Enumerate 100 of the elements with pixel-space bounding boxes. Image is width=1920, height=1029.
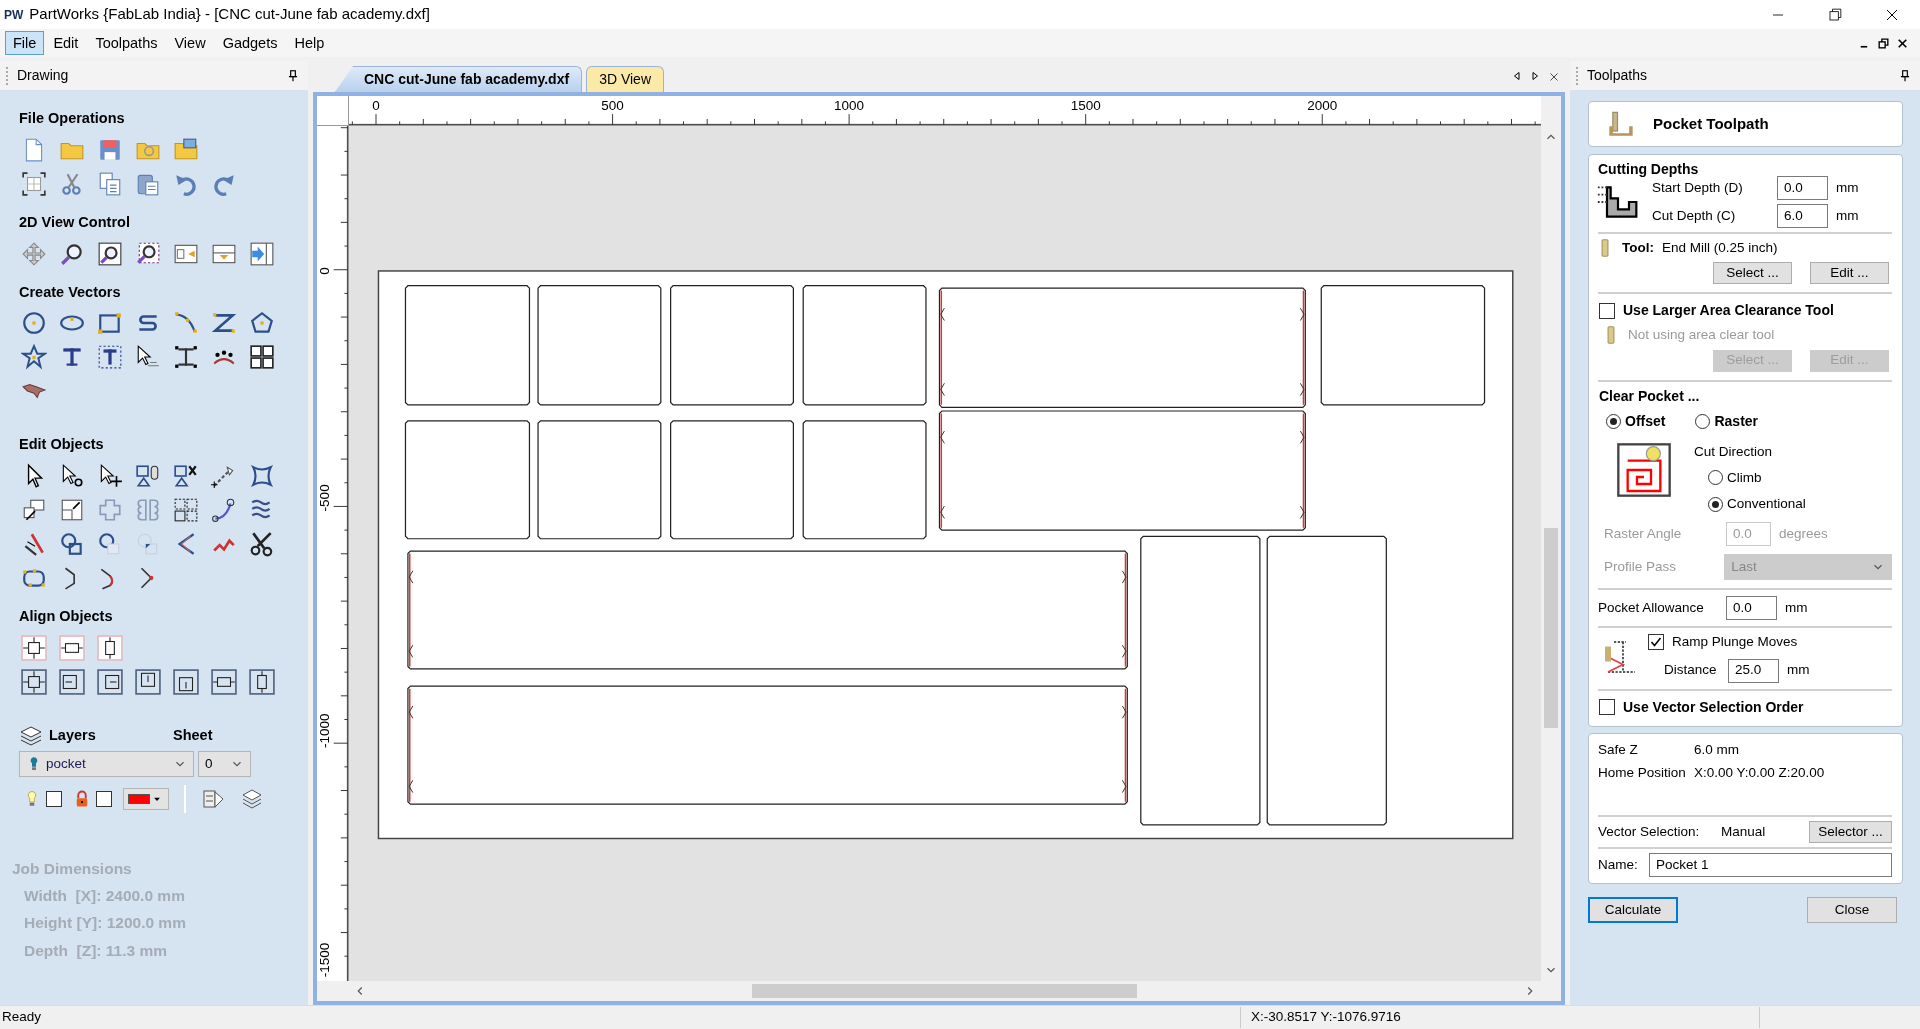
pocket-toolpath-icon xyxy=(1607,110,1635,138)
checkbox[interactable] xyxy=(46,790,62,807)
tab-left-icon[interactable] xyxy=(1511,69,1523,82)
sheet-dropdown[interactable]: 0 xyxy=(198,750,251,777)
field-label: Cut Direction xyxy=(1694,442,1774,461)
checkbox[interactable] xyxy=(1648,634,1664,651)
cursor-coordinates: X:-30.8517 Y:-1076.9716 xyxy=(1240,1007,1760,1028)
restore-icon[interactable] xyxy=(1877,36,1890,50)
circle-icon[interactable] xyxy=(21,310,47,337)
button[interactable]: Calculate xyxy=(1588,897,1678,923)
align-bottom-icon[interactable] xyxy=(173,668,199,695)
scissors-icon[interactable] xyxy=(249,531,275,557)
input-field[interactable]: 0.0 xyxy=(1726,596,1777,621)
document-tab[interactable]: 3D View xyxy=(586,66,664,92)
section-title: Create Vectors xyxy=(19,282,122,302)
group-title: Cutting Depths xyxy=(1597,160,1700,179)
align-vertical-icon[interactable] xyxy=(97,634,123,661)
ruler-label: 1500 xyxy=(1070,98,1101,114)
menu-item[interactable]: File xyxy=(5,31,45,55)
input-field[interactable]: Pocket 1 xyxy=(1648,853,1892,877)
layer-dropdown[interactable]: pocket xyxy=(19,750,194,777)
layers-label: Layers xyxy=(49,726,97,745)
input-field[interactable]: 25.0 xyxy=(1728,658,1779,683)
zoom-selection-icon[interactable] xyxy=(135,240,161,267)
close-icon[interactable] xyxy=(1896,36,1909,50)
text-fit-icon[interactable] xyxy=(173,344,199,371)
pin-icon[interactable] xyxy=(286,68,300,83)
weld-icon[interactable] xyxy=(59,531,85,557)
scale-icon[interactable] xyxy=(21,497,47,523)
input-field[interactable]: 6.0 xyxy=(1777,204,1828,228)
unit-label: mm xyxy=(1785,599,1808,618)
rectangle-icon[interactable] xyxy=(97,310,123,337)
radio-label: Climb xyxy=(1727,468,1762,487)
radio-button[interactable] xyxy=(1606,413,1621,429)
grid-icon[interactable] xyxy=(249,344,275,371)
align-center-icon[interactable] xyxy=(21,668,47,695)
checkbox[interactable] xyxy=(1599,699,1615,715)
status-message: Ready xyxy=(2,1008,42,1027)
scrollbar-thumb[interactable] xyxy=(752,984,1137,998)
align-horizontal-icon[interactable] xyxy=(59,634,85,661)
group-icon[interactable] xyxy=(135,463,161,489)
array-icon[interactable] xyxy=(173,497,199,523)
menu-item[interactable]: View xyxy=(166,31,214,55)
zoom-extents-icon[interactable] xyxy=(97,240,123,267)
field-label: Distance xyxy=(1664,661,1718,680)
info-value: 6.0 mm xyxy=(1694,740,1739,759)
menu-item[interactable]: Edit xyxy=(45,31,87,55)
text-frame-icon[interactable] xyxy=(97,344,123,371)
job-dimension: Height [Y]: 1200.0 mm xyxy=(24,913,187,934)
align-vertical-icon[interactable] xyxy=(249,668,275,695)
radio-button[interactable] xyxy=(1708,470,1723,486)
unit-label: mm xyxy=(1836,206,1859,225)
menu-item[interactable]: Gadgets xyxy=(214,31,286,55)
field-label: Cut Depth (C) xyxy=(1652,206,1737,225)
radio-button[interactable] xyxy=(1708,496,1723,512)
color-dropdown[interactable] xyxy=(123,787,169,810)
button[interactable]: Close xyxy=(1807,897,1897,923)
pocket-spiral-icon xyxy=(1616,441,1672,498)
menu-item[interactable]: Help xyxy=(286,31,333,55)
pan-arrows-icon[interactable] xyxy=(21,240,47,267)
node-curve-icon[interactable] xyxy=(211,497,237,523)
window-title: PartWorks {FabLab India} - [CNC cut-June fab academy.dxf] xyxy=(29,4,431,25)
ruler-label: -1500 xyxy=(317,942,332,978)
sheet-label: Sheet xyxy=(173,726,213,745)
panel-title: Drawing xyxy=(17,66,70,85)
unit-label: mm xyxy=(1787,661,1810,680)
copy-icon[interactable] xyxy=(97,170,123,197)
field-label: Vector Selection: xyxy=(1598,822,1701,841)
unit-label: mm xyxy=(1836,178,1859,197)
document-tab[interactable]: CNC cut-June fab academy.dxf xyxy=(335,66,583,92)
align-horizontal-icon[interactable] xyxy=(211,668,237,695)
distort-icon[interactable] xyxy=(249,463,275,489)
button[interactable]: Select ... xyxy=(1713,262,1792,285)
checkbox[interactable] xyxy=(96,790,112,807)
menu-item[interactable]: Toolpaths xyxy=(87,31,166,55)
measure-icon[interactable] xyxy=(211,463,237,489)
ungroup-icon[interactable] xyxy=(173,463,199,489)
section-title: Edit Objects xyxy=(19,435,105,455)
radio-label: Raster xyxy=(1714,411,1759,431)
button[interactable]: Selector ... xyxy=(1809,821,1892,843)
radio-button[interactable] xyxy=(1695,413,1711,429)
pin-icon[interactable] xyxy=(1898,68,1912,83)
star-icon[interactable] xyxy=(21,344,47,371)
button[interactable]: Edit ... xyxy=(1810,262,1889,285)
align-left-icon[interactable] xyxy=(59,668,85,695)
resize-icon[interactable] xyxy=(59,497,85,523)
checkbox[interactable] xyxy=(1599,302,1615,319)
ruler-label: 500 xyxy=(601,98,624,114)
scrollbar-thumb[interactable] xyxy=(1544,528,1558,728)
select-frame-icon[interactable] xyxy=(21,170,47,197)
section-title: 2D View Control xyxy=(19,212,131,232)
job-dimensions-title: Job Dimensions xyxy=(12,858,133,879)
input-field[interactable]: 0.0 xyxy=(1777,176,1828,200)
checkbox-label: Use Larger Area Clearance Tool xyxy=(1623,301,1834,321)
group-title: Clear Pocket ... xyxy=(1598,386,1701,406)
align-right-icon[interactable] xyxy=(97,668,123,695)
align-top-icon[interactable] xyxy=(135,668,161,695)
checkbox-label: Use Vector Selection Order xyxy=(1623,697,1804,717)
tab-right-icon[interactable] xyxy=(1529,69,1541,82)
align-center-icon[interactable] xyxy=(21,634,47,661)
